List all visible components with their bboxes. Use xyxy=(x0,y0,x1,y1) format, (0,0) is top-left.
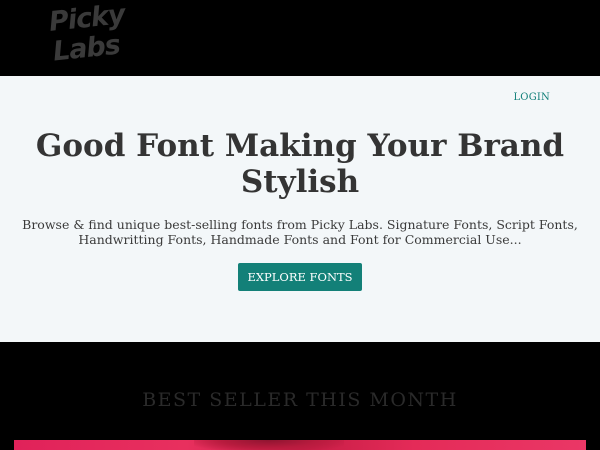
logo-text-labs: Labs xyxy=(51,29,122,68)
best-seller-heading: BEST SELLER THIS MONTH xyxy=(142,389,458,411)
hero-description: Browse & find unique best-selling fonts … xyxy=(22,217,578,247)
explore-fonts-button[interactable]: EXPLORE FONTS xyxy=(238,263,362,291)
page: Picky Labs LOGIN Good Font Making Your B… xyxy=(0,0,600,450)
best-seller-product-image[interactable] xyxy=(14,440,586,450)
top-bar: Picky Labs xyxy=(0,0,600,76)
picky-labs-logo[interactable]: Picky Labs xyxy=(47,0,129,74)
login-link[interactable]: LOGIN xyxy=(513,92,550,103)
product-image-figure xyxy=(194,440,344,450)
hero-section: LOGIN Good Font Making Your Brand Stylis… xyxy=(0,76,600,342)
hero-title: Good Font Making Your Brand Stylish xyxy=(35,128,565,200)
best-seller-section: BEST SELLER THIS MONTH xyxy=(0,342,600,450)
